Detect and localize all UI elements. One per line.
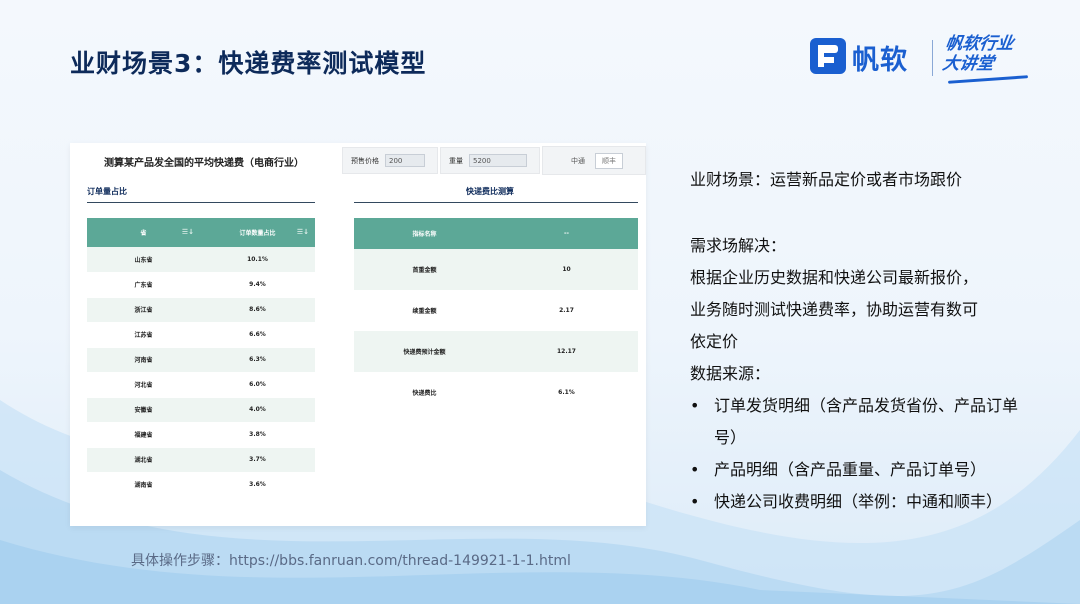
fee-calc-section-title: 快递费比测算 (466, 187, 514, 196)
brand-divider (932, 40, 933, 76)
fee-calc-table: 指标名称 -- 首重金额 10 续重金额 2.17 快递费预计金额 12.17 快递费比 6.… (354, 218, 638, 413)
table-cell: 6.3% (200, 347, 315, 373)
footer-link[interactable]: 具体操作步骤：https://bbs.fanruan.com/thread-14… (131, 550, 571, 570)
table-cell: 4.0% (200, 397, 315, 423)
source-title: 数据来源： (690, 364, 771, 383)
column-header-province[interactable]: 省 ☰↓ (87, 218, 200, 247)
table-row: 江苏省 6.6% (87, 322, 315, 348)
column-header-order-share[interactable]: 订单数量占比 ☰↓ (200, 218, 315, 247)
table-cell: 河南省 (87, 347, 200, 373)
need-line-3: 依定价 (690, 332, 739, 351)
table-cell: 6.1% (495, 372, 638, 413)
table-cell: 10.1% (200, 247, 315, 273)
fee-calc-divider (354, 202, 638, 203)
column-header-metric: 指标名称 (354, 218, 495, 249)
brand-badge: 帆软行业 大讲堂 (941, 34, 1015, 74)
order-share-table: 省 ☰↓ 订单数量占比 ☰↓ 山东省 10.1% 广东省 9.4% 浙江省 8.6% 江苏省 6.… (87, 218, 315, 498)
table-row: 山东省 10.1% (87, 247, 315, 273)
table-cell: 快递费预计金额 (354, 331, 495, 372)
sort-icon[interactable]: ☰↓ (182, 228, 194, 236)
table-cell: 湖南省 (87, 472, 200, 498)
table-cell: 6.6% (200, 322, 315, 348)
weight-label: 重量 (449, 156, 463, 165)
table-cell: 江苏省 (87, 322, 200, 348)
table-cell: 浙江省 (87, 297, 200, 323)
table-cell: 续重金额 (354, 290, 495, 331)
table-cell: 12.17 (495, 331, 638, 372)
report-title: 测算某产品发全国的平均快递费（电商行业） (104, 158, 304, 169)
table-row: 湖南省 3.6% (87, 472, 315, 498)
need-title: 需求场解决： (690, 236, 787, 255)
carrier-option-sf[interactable]: 顺丰 (595, 152, 623, 169)
order-share-section-title: 订单量占比 (87, 187, 127, 196)
table-row: 首重金额 10 (354, 249, 638, 290)
weight-param: 重量 5200 (440, 147, 540, 174)
table-row: 快递费预计金额 12.17 (354, 331, 638, 372)
table-row: 快递费比 6.1% (354, 372, 638, 413)
table-row: 浙江省 8.6% (87, 297, 315, 323)
table-cell: 福建省 (87, 422, 200, 448)
carrier-option-zto[interactable]: 中通 (565, 154, 591, 168)
list-item: 快递公司收费明细（举例：中通和顺丰） (690, 486, 1035, 518)
table-cell: 9.4% (200, 272, 315, 298)
need-line-1: 根据企业历史数据和快递公司最新报价， (690, 268, 979, 287)
table-row: 续重金额 2.17 (354, 290, 638, 331)
column-header-value: -- (495, 218, 638, 249)
need-line-2: 业务随时测试快递费率，协助运营有数可 (690, 300, 979, 319)
source-list: 订单发货明细（含产品发货省份、产品订单号） 产品明细（含产品重量、产品订单号） … (690, 390, 1035, 518)
table-row: 湖北省 3.7% (87, 447, 315, 473)
fanruan-logo-icon (810, 38, 846, 74)
table-cell: 8.6% (200, 297, 315, 323)
table-cell: 6.0% (200, 372, 315, 398)
table-cell: 3.7% (200, 447, 315, 473)
table-cell: 3.6% (200, 472, 315, 498)
table-cell: 安徽省 (87, 397, 200, 423)
carrier-toggle: 中通 顺丰 (542, 146, 646, 175)
brand-logo: 帆软 帆软行业 大讲堂 (808, 32, 1048, 92)
badge-underline (947, 75, 1029, 84)
brand-badge-line2: 大讲堂 (941, 54, 995, 74)
table-cell: 湖北省 (87, 447, 200, 473)
price-param: 预售价格 200 (342, 147, 438, 174)
table-cell: 河北省 (87, 372, 200, 398)
table-row: 河南省 6.3% (87, 347, 315, 373)
brand-name: 帆软 (852, 45, 908, 76)
price-label: 预售价格 (351, 156, 379, 165)
brand-badge-line1: 帆软行业 (944, 34, 1015, 54)
table-row: 河北省 6.0% (87, 372, 315, 398)
order-share-divider (87, 202, 315, 203)
table-cell: 首重金额 (354, 249, 495, 290)
table-row: 福建省 3.8% (87, 422, 315, 448)
list-item: 订单发货明细（含产品发货省份、产品订单号） (690, 390, 1035, 454)
table-cell: 快递费比 (354, 372, 495, 413)
table-cell: 10 (495, 249, 638, 290)
table-cell: 广东省 (87, 272, 200, 298)
weight-input[interactable]: 5200 (469, 154, 527, 167)
table-cell: 山东省 (87, 247, 200, 273)
slide-title: 业财场景3：快递费率测试模型 (70, 49, 427, 78)
price-input[interactable]: 200 (385, 154, 425, 167)
table-row: 广东省 9.4% (87, 272, 315, 298)
list-item: 产品明细（含产品重量、产品订单号） (690, 454, 1035, 486)
table-cell: 2.17 (495, 290, 638, 331)
table-row: 安徽省 4.0% (87, 397, 315, 423)
sort-icon[interactable]: ☰↓ (297, 228, 309, 236)
table-cell: 3.8% (200, 422, 315, 448)
report-screenshot: 测算某产品发全国的平均快递费（电商行业） 预售价格 200 重量 5200 中通… (70, 143, 646, 526)
scene-text: 业财场景：运营新品定价或者市场跟价 (690, 170, 963, 189)
